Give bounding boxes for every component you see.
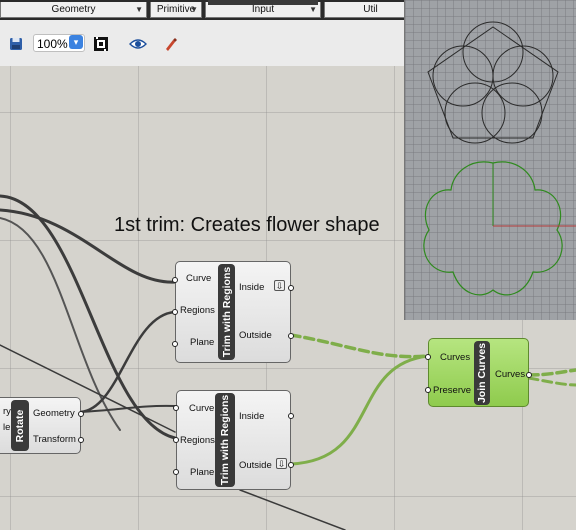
- canvas-note: 1st trim: Creates flower shape: [114, 214, 380, 236]
- output-geometry-label: Geometry: [33, 408, 75, 419]
- input-preserve-grip[interactable]: [425, 387, 431, 393]
- trim-with-regions-component[interactable]: Trim with Regions Curve Regions Plane In…: [173, 390, 294, 490]
- input-curve-label: Curve: [189, 403, 215, 414]
- wire-join-out[interactable]: [527, 368, 576, 377]
- component-name-bar: Trim with Regions: [215, 393, 235, 487]
- output-inside-label: Inside: [239, 282, 265, 293]
- input-preserve-label: Preserve: [433, 385, 472, 396]
- wire-bottom[interactable]: [239, 489, 346, 530]
- input-regions-label: Regions: [180, 305, 215, 316]
- rotate-component[interactable]: ry le Rotate Geometry Transform: [0, 397, 84, 454]
- output-outside-grip[interactable]: [288, 333, 294, 339]
- input-curve-grip[interactable]: [173, 405, 179, 411]
- rhino-viewport[interactable]: [404, 0, 576, 320]
- output-transform-grip[interactable]: [78, 437, 84, 443]
- input-plane-grip[interactable]: [173, 469, 179, 475]
- flatten-icon[interactable]: ⇩: [276, 458, 287, 469]
- output-curves-label: Curves: [495, 369, 526, 380]
- input-plane-label: Plane: [190, 337, 215, 348]
- wire-outside-to-join[interactable]: [289, 333, 430, 359]
- viewport-geometry: [423, 21, 576, 296]
- wire-join-out-2[interactable]: [527, 376, 576, 387]
- output-inside-label: Inside: [239, 411, 265, 422]
- input-curve-grip[interactable]: [172, 277, 178, 283]
- input-regions-label: Regions: [180, 435, 215, 446]
- input-curve-label: Curve: [186, 273, 212, 284]
- output-inside-grip[interactable]: [288, 413, 294, 419]
- input-plane-label: Plane: [190, 467, 215, 478]
- input-regions-grip[interactable]: [173, 437, 179, 443]
- input-curves-grip[interactable]: [425, 354, 431, 360]
- join-curves-component[interactable]: Join Curves Curves Preserve Curves: [425, 338, 532, 407]
- trim-with-regions-component[interactable]: Trim with Regions Curve Regions Plane In…: [172, 261, 294, 363]
- circle-5: [481, 82, 543, 144]
- output-outside-grip[interactable]: [288, 462, 294, 468]
- circle-4: [444, 82, 506, 144]
- output-geometry-grip[interactable]: [78, 411, 84, 417]
- output-transform-label: Transform: [33, 434, 76, 445]
- flatten-icon[interactable]: ⇩: [274, 280, 285, 291]
- input-geometry-label-partial: ry: [3, 406, 11, 417]
- input-curves-label: Curves: [440, 352, 471, 363]
- wire-outside2-to-join[interactable]: [289, 354, 430, 466]
- output-outside-label: Outside: [239, 330, 272, 341]
- input-regions-grip[interactable]: [172, 309, 178, 315]
- input-plane-grip[interactable]: [172, 341, 178, 347]
- component-name-bar: Rotate: [11, 400, 29, 451]
- component-name-bar: Trim with Regions: [218, 264, 235, 360]
- output-curves-grip[interactable]: [526, 372, 532, 378]
- component-name-bar: Join Curves: [474, 341, 490, 405]
- output-inside-grip[interactable]: [288, 285, 294, 291]
- input-angle-label-partial: le: [3, 422, 11, 433]
- output-outside-label: Outside: [239, 460, 272, 471]
